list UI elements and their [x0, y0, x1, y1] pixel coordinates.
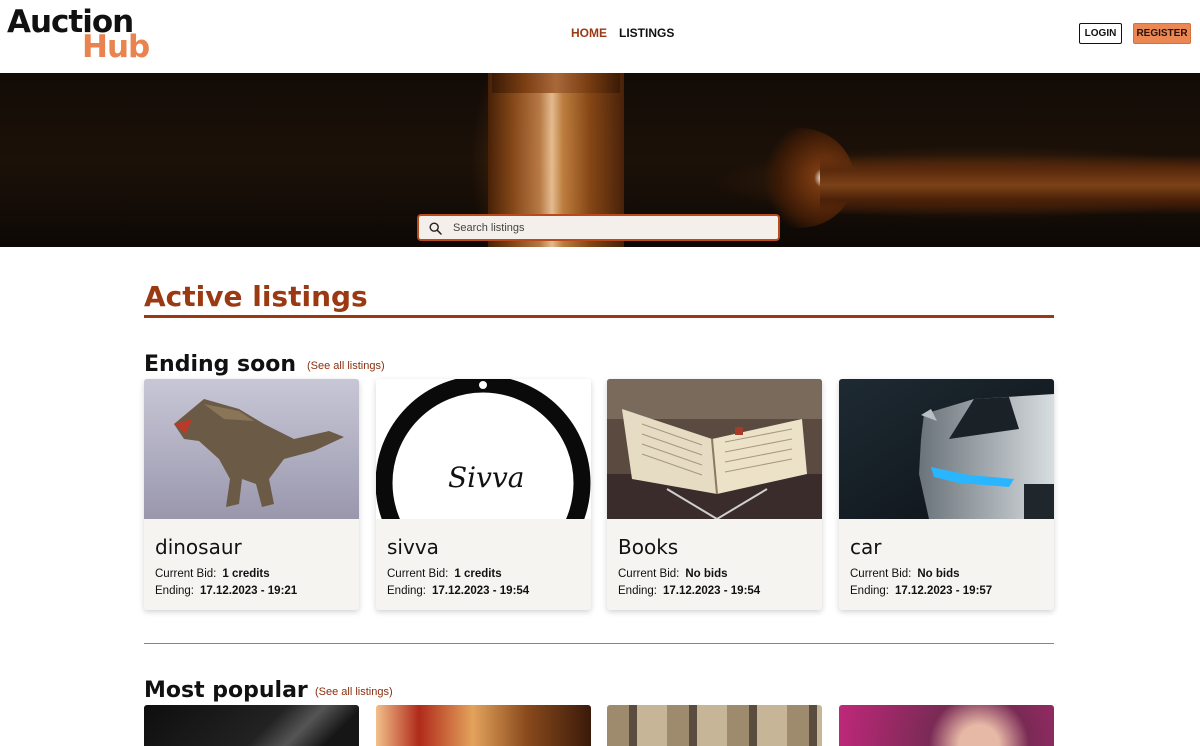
ending-value: 17.12.2023 - 19:57: [895, 585, 993, 597]
ending-time: Ending: 17.12.2023 - 19:54: [618, 584, 760, 598]
ending-value: 17.12.2023 - 19:21: [200, 585, 298, 597]
current-bid-value: No bids: [917, 568, 960, 580]
section-divider: [144, 643, 1054, 644]
current-bid: Current Bid: No bids: [850, 567, 960, 581]
popular-listing-image[interactable]: [144, 705, 359, 746]
ending-soon-see-all-link[interactable]: (See all listings): [307, 359, 385, 373]
ending-label: Ending:: [618, 585, 658, 597]
current-bid-value: No bids: [685, 568, 728, 580]
listing-image-dinosaur: [144, 379, 359, 519]
listing-card[interactable]: car Current Bid: No bids Ending: 17.12.202…: [839, 379, 1054, 610]
ending-label: Ending:: [155, 585, 195, 597]
listing-title: dinosaur: [155, 535, 242, 559]
current-bid: Current Bid: 1 credits: [387, 567, 502, 581]
listing-card[interactable]: Sivva sivva Current Bid: 1 credits Ending…: [376, 379, 591, 610]
main-nav: HOME LISTINGS: [571, 26, 674, 40]
nav-home-link[interactable]: HOME: [571, 26, 607, 40]
current-bid-label: Current Bid:: [850, 568, 912, 580]
current-bid: Current Bid: No bids: [618, 567, 728, 581]
site-logo[interactable]: Auction Hub: [7, 4, 157, 65]
current-bid-label: Current Bid:: [155, 568, 217, 580]
current-bid-value: 1 credits: [454, 568, 502, 580]
search-bar[interactable]: [417, 214, 780, 241]
site-header: Auction Hub HOME LISTINGS LOGIN REGISTER: [0, 0, 1200, 73]
login-button[interactable]: LOGIN: [1079, 23, 1122, 44]
listing-title: Books: [618, 535, 679, 559]
ending-soon-heading: Ending soon: [144, 352, 297, 377]
nav-listings-link[interactable]: LISTINGS: [619, 26, 674, 40]
gavel-handle-image: [820, 155, 1200, 215]
search-input[interactable]: [453, 219, 773, 237]
logo-text-hub: Hub: [82, 29, 150, 65]
search-icon: [429, 222, 442, 235]
listing-title: sivva: [387, 535, 439, 559]
listing-image-books: [607, 379, 822, 519]
hero-banner: [0, 73, 1200, 247]
ending-label: Ending:: [387, 585, 427, 597]
ending-time: Ending: 17.12.2023 - 19:21: [155, 584, 297, 598]
popular-listing-image[interactable]: [376, 705, 591, 746]
ending-label: Ending:: [850, 585, 890, 597]
sivva-logo-text: Sivva: [448, 461, 525, 494]
listing-image-sivva: Sivva: [376, 379, 591, 519]
current-bid-value: 1 credits: [222, 568, 270, 580]
listing-image-car: [839, 379, 1054, 519]
popular-listing-image[interactable]: [839, 705, 1054, 746]
ending-time: Ending: 17.12.2023 - 19:54: [387, 584, 529, 598]
popular-listing-image[interactable]: [607, 705, 822, 746]
current-bid: Current Bid: 1 credits: [155, 567, 270, 581]
current-bid-label: Current Bid:: [618, 568, 680, 580]
current-bid-label: Current Bid:: [387, 568, 449, 580]
ending-time: Ending: 17.12.2023 - 19:57: [850, 584, 992, 598]
listing-card[interactable]: Books Current Bid: No bids Ending: 17.12.2…: [607, 379, 822, 610]
listing-title: car: [850, 535, 882, 559]
ending-value: 17.12.2023 - 19:54: [432, 585, 530, 597]
page-title: Active listings: [144, 280, 368, 313]
gavel-image-top: [492, 73, 620, 93]
listing-card[interactable]: dinosaur Current Bid: 1 credits Ending: 17…: [144, 379, 359, 610]
most-popular-see-all-link[interactable]: (See all listings): [315, 685, 393, 699]
title-divider: [144, 315, 1054, 318]
register-button[interactable]: REGISTER: [1133, 23, 1191, 44]
most-popular-heading: Most popular: [144, 678, 308, 703]
ending-value: 17.12.2023 - 19:54: [663, 585, 761, 597]
